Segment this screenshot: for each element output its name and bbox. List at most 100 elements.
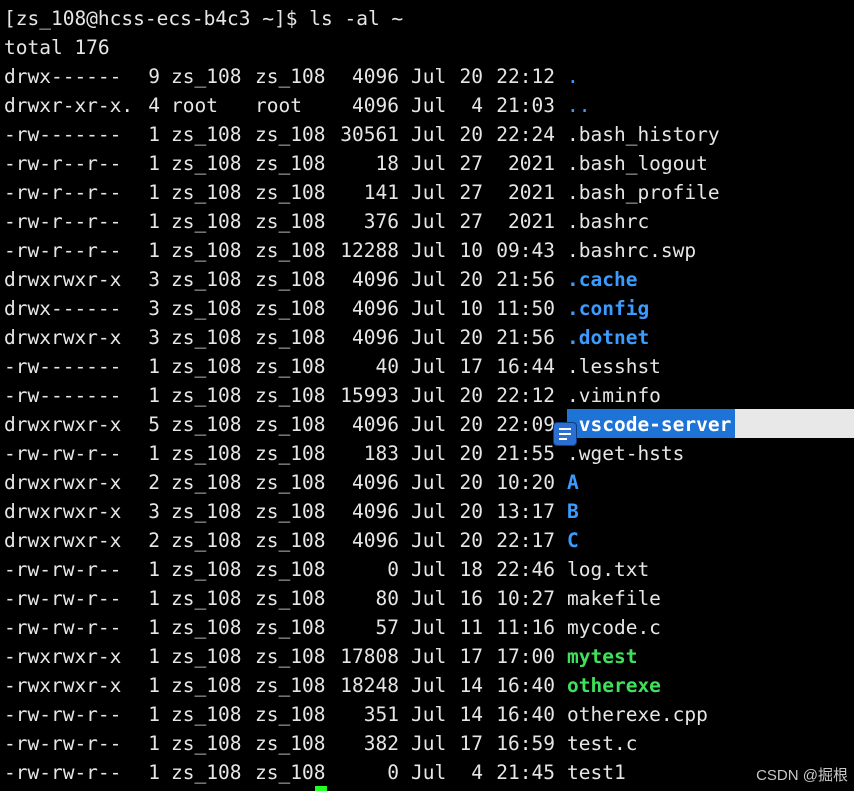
entry-time: 21:55 <box>496 442 555 465</box>
document-list-icon[interactable] <box>554 423 576 445</box>
listing-row: -rw-r--r-- 1 zs_108 zs_108 376 Jul 27 2021 .bash… <box>0 207 854 236</box>
entry-size: 4096 <box>352 94 399 117</box>
entry-day: 18 <box>459 558 483 581</box>
entry-size: 4096 <box>352 413 399 436</box>
entry-month: Jul <box>411 442 447 465</box>
entry-month: Jul <box>411 500 447 523</box>
entry-time: 09:43 <box>496 239 555 262</box>
entry-size: 382 <box>363 732 399 755</box>
entry-links: 1 <box>148 181 160 204</box>
entry-links: 1 <box>148 239 160 262</box>
entry-name: B <box>567 500 579 523</box>
listing-row: -rw------- 1 zs_108 zs_108 30561 Jul 20 22:24 .b… <box>0 120 854 149</box>
listing-row: -rw-rw-r-- 1 zs_108 zs_108 57 Jul 11 11:16 mycod… <box>0 613 854 642</box>
entry-month: Jul <box>411 558 447 581</box>
listing-row: -rw------- 1 zs_108 zs_108 40 Jul 17 16:44 .less… <box>0 352 854 381</box>
listing-row: -rw-rw-r-- 1 zs_108 zs_108 183 Jul 20 21:55 .wge… <box>0 439 854 468</box>
entry-name: otherexe.cpp <box>567 703 708 726</box>
entry-perm: drwxrwxr-x <box>4 500 122 523</box>
entry-group: zs_108 <box>255 239 326 262</box>
entry-name: C <box>567 529 579 552</box>
entry-owner: zs_108 <box>171 500 242 523</box>
entry-links: 3 <box>148 326 160 349</box>
listing-row: drwxrwxr-x 3 zs_108 zs_108 4096 Jul 20 21:56 .do… <box>0 323 854 352</box>
entry-day: 17 <box>459 355 483 378</box>
entry-time: 21:56 <box>496 268 555 291</box>
entry-time: 10:27 <box>496 587 555 610</box>
entry-group: zs_108 <box>255 442 326 465</box>
entry-name: . <box>567 65 579 88</box>
entry-group: zs_108 <box>255 674 326 697</box>
listing-row: -rw------- 1 zs_108 zs_108 15993 Jul 20 22:12 .v… <box>0 381 854 410</box>
entry-group: zs_108 <box>255 355 326 378</box>
entry-links: 1 <box>148 442 160 465</box>
entry-size: 17808 <box>340 645 399 668</box>
listing-rows: drwx------ 9 zs_108 zs_108 4096 Jul 20 22:12. dr… <box>0 62 854 787</box>
listing-row: -rw-rw-r-- 1 zs_108 zs_108 80 Jul 16 10:27 makef… <box>0 584 854 613</box>
entry-time: 11:50 <box>496 297 555 320</box>
entry-size: 40 <box>375 355 399 378</box>
entry-perm: drwx------ <box>4 297 122 320</box>
entry-owner: zs_108 <box>171 181 242 204</box>
entry-perm: drwx------ <box>4 65 122 88</box>
listing-row: drwxrwxr-x 3 zs_108 zs_108 4096 Jul 20 21:56 .ca… <box>0 265 854 294</box>
entry-month: Jul <box>411 239 447 262</box>
entry-time: 21:56 <box>496 326 555 349</box>
entry-name: .wget-hsts <box>567 442 685 465</box>
entry-day: 4 <box>471 761 483 784</box>
entry-day: 14 <box>459 674 483 697</box>
entry-time: 13:17 <box>496 500 555 523</box>
entry-perm: -rw-rw-r-- <box>4 703 122 726</box>
entry-perm: -rw-r--r-- <box>4 181 122 204</box>
entry-day: 27 <box>459 210 483 233</box>
entry-links: 2 <box>148 471 160 494</box>
entry-time: 17:00 <box>496 645 555 668</box>
entry-size: 4096 <box>352 471 399 494</box>
listing-row: -rw-rw-r-- 1 zs_108 zs_108 382 Jul 17 16:59 test… <box>0 729 854 758</box>
entry-day: 20 <box>459 529 483 552</box>
entry-group: zs_108 <box>255 529 326 552</box>
listing-row: -rw-r--r-- 1 zs_108 zs_108 12288 Jul 10 09:43 .b… <box>0 236 854 265</box>
entry-time: 16:59 <box>496 732 555 755</box>
entry-perm: -rw-rw-r-- <box>4 587 122 610</box>
entry-links: 1 <box>148 587 160 610</box>
entry-name: otherexe <box>567 674 661 697</box>
entry-size: 18 <box>375 152 399 175</box>
entry-group: zs_108 <box>255 471 326 494</box>
entry-group: zs_108 <box>255 645 326 668</box>
entry-links: 1 <box>148 123 160 146</box>
entry-group: zs_108 <box>255 616 326 639</box>
entry-month: Jul <box>411 268 447 291</box>
entry-time: 22:24 <box>496 123 555 146</box>
entry-name: log.txt <box>567 558 650 581</box>
entry-day: 10 <box>459 297 483 320</box>
entry-month: Jul <box>411 152 447 175</box>
entry-time: 22:09 <box>496 413 555 436</box>
terminal-window[interactable]: [zs_108@hcss-ecs-b4c3 ~]$ ls -al ~ total… <box>0 0 854 791</box>
entry-owner: zs_108 <box>171 471 242 494</box>
entry-links: 1 <box>148 761 160 784</box>
entry-month: Jul <box>411 355 447 378</box>
entry-links: 4 <box>148 94 160 117</box>
entry-size: 12288 <box>340 239 399 262</box>
terminal-cursor <box>315 786 327 791</box>
entry-links: 1 <box>148 558 160 581</box>
entry-links: 1 <box>148 210 160 233</box>
entry-group: zs_108 <box>255 703 326 726</box>
entry-time: 11:16 <box>496 616 555 639</box>
entry-perm: -rw------- <box>4 355 122 378</box>
entry-name: .. <box>567 94 591 117</box>
entry-name: .bash_history <box>567 123 720 146</box>
entry-name: makefile <box>567 587 661 610</box>
entry-size: 0 <box>387 558 399 581</box>
entry-links: 1 <box>148 616 160 639</box>
entry-time: 10:20 <box>496 471 555 494</box>
entry-name: .cache <box>567 268 638 291</box>
entry-size: 4096 <box>352 529 399 552</box>
entry-month: Jul <box>411 123 447 146</box>
entry-owner: zs_108 <box>171 210 242 233</box>
entry-month: Jul <box>411 674 447 697</box>
entry-links: 1 <box>148 152 160 175</box>
entry-name: .bashrc.swp <box>567 239 697 262</box>
entry-time: 16:40 <box>496 703 555 726</box>
